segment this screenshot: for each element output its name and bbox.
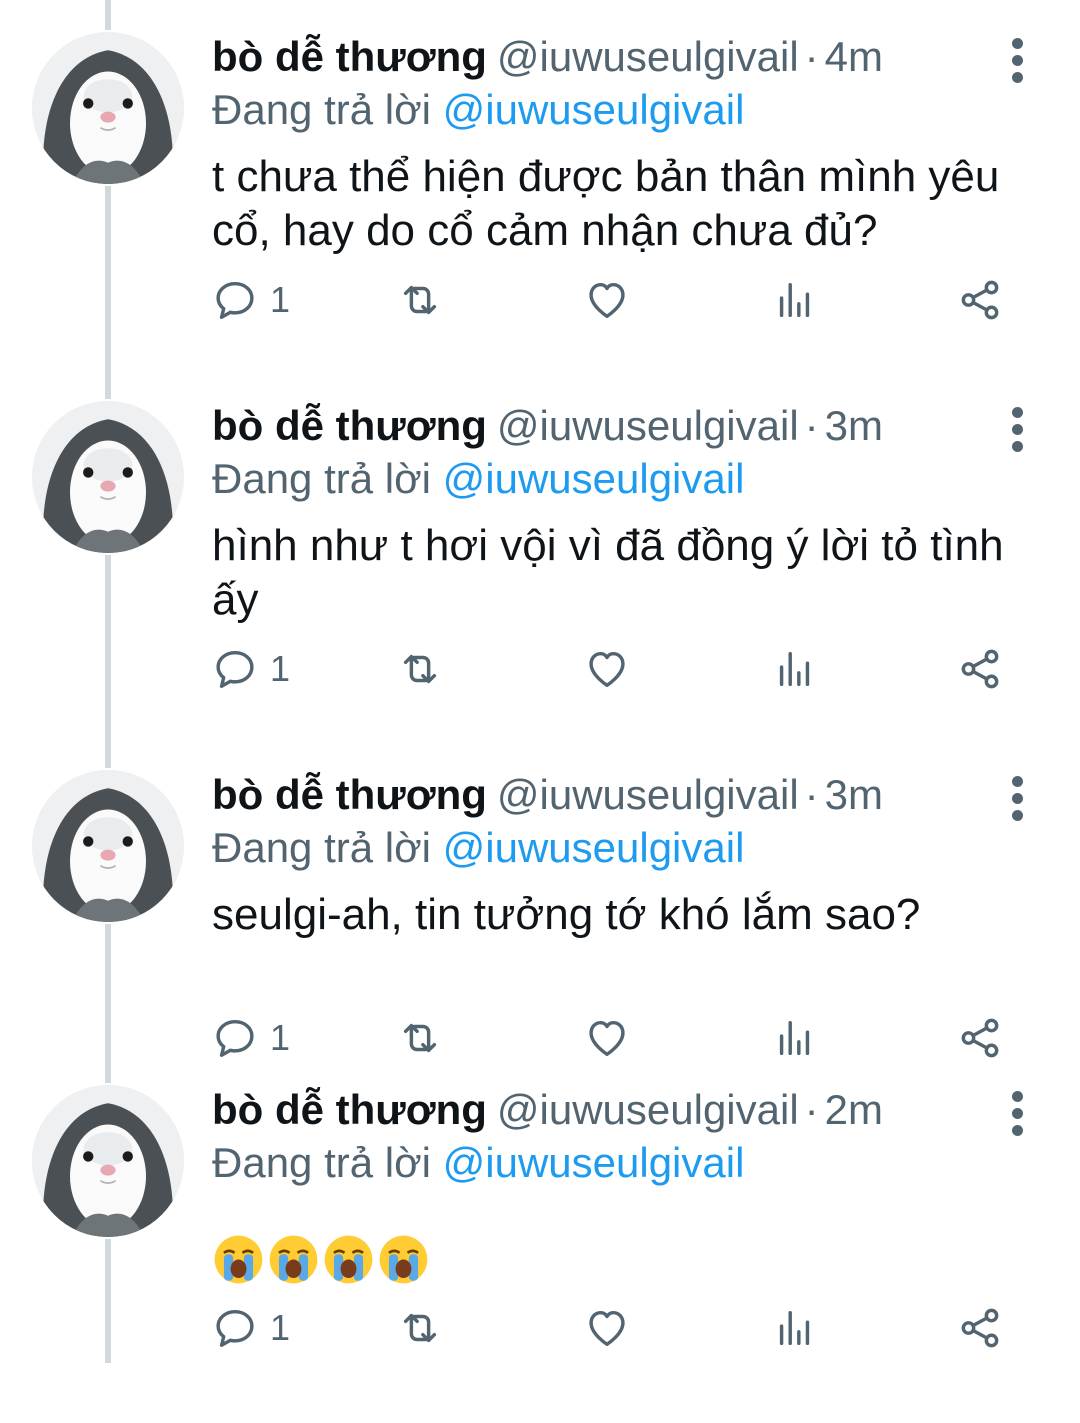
analytics-button[interactable] [772, 1298, 818, 1358]
like-button[interactable] [584, 639, 630, 699]
replying-to-label: Đang trả lời [212, 1139, 431, 1186]
tweet[interactable]: bò dễ thương @iuwuseulgivail · 4m Đang trả … [0, 0, 1080, 370]
retweet-icon [403, 1313, 437, 1343]
retweet-icon [403, 654, 437, 684]
share-button[interactable] [957, 639, 1003, 699]
tweet-actions: 1 [212, 1298, 1032, 1358]
user-handle[interactable]: @iuwuseulgivail [497, 771, 799, 818]
like-icon [589, 282, 625, 319]
reply-icon [216, 650, 254, 688]
more-options-button[interactable] [1000, 1091, 1036, 1137]
more-options-button[interactable] [1000, 776, 1036, 822]
reply-button[interactable]: 1 [212, 639, 290, 699]
loudly-crying-face-icon [214, 1235, 263, 1284]
analytics-button[interactable] [772, 270, 818, 330]
tweet-text: seulgi-ah, tin tưởng tớ khó lắm sao? [212, 890, 921, 939]
tweet-actions: 1 [212, 270, 1032, 330]
loudly-crying-face-icon [269, 1235, 318, 1284]
share-icon [961, 1308, 999, 1348]
reply-count: 1 [270, 279, 291, 320]
reply-mention-link[interactable]: @iuwuseulgivail [443, 455, 745, 502]
analytics-icon [779, 282, 810, 318]
separator-dot: · [804, 402, 819, 449]
tweet[interactable]: bò dễ thương @iuwuseulgivail · 3m Đang trả … [0, 369, 1080, 739]
retweet-button[interactable] [397, 639, 443, 699]
replying-to-line: Đang trả lời @iuwuseulgivail [212, 455, 744, 503]
reply-mention-link[interactable]: @iuwuseulgivail [443, 1139, 745, 1186]
replying-to-label: Đang trả lời [212, 86, 431, 133]
user-handle[interactable]: @iuwuseulgivail [497, 33, 799, 80]
like-icon [589, 651, 625, 688]
display-name[interactable]: bò dễ thương [212, 33, 487, 80]
separator-dot: · [804, 771, 819, 818]
share-icon [961, 280, 999, 320]
tweet-text [212, 1233, 430, 1293]
reply-button[interactable]: 1 [212, 270, 290, 330]
user-handle[interactable]: @iuwuseulgivail [497, 402, 799, 449]
more-options-button[interactable] [1000, 407, 1036, 453]
tweet-actions: 1 [212, 639, 1032, 699]
user-handle[interactable]: @iuwuseulgivail [497, 1086, 799, 1133]
replying-to-label: Đang trả lời [212, 455, 431, 502]
separator-dot: · [804, 1086, 819, 1133]
retweet-button[interactable] [397, 270, 443, 330]
replying-to-label: Đang trả lời [212, 824, 431, 871]
reply-mention-link[interactable]: @iuwuseulgivail [443, 824, 745, 871]
timestamp[interactable]: 3m [825, 402, 883, 449]
timestamp[interactable]: 4m [825, 33, 883, 80]
replying-to-line: Đang trả lời @iuwuseulgivail [212, 86, 744, 134]
reply-count: 1 [270, 1307, 291, 1348]
retweet-icon [403, 285, 437, 315]
separator-dot: · [804, 33, 819, 80]
avatar[interactable] [30, 1083, 186, 1239]
tweet-text: hình như t hơi vội vì đã đồng ý lời tỏ t… [212, 521, 1004, 624]
tweet[interactable]: bò dễ thương @iuwuseulgivail · 2m Đang trả … [0, 1053, 1080, 1423]
timestamp[interactable]: 2m [825, 1086, 883, 1133]
tweet-text: t chưa thể hiện được bản thân mình yêu c… [212, 152, 1000, 255]
reply-button[interactable]: 1 [212, 1298, 290, 1358]
reply-mention-link[interactable]: @iuwuseulgivail [443, 86, 745, 133]
reply-count: 1 [270, 648, 291, 689]
display-name[interactable]: bò dễ thương [212, 771, 487, 818]
share-button[interactable] [957, 270, 1003, 330]
reply-icon [216, 281, 254, 319]
timestamp[interactable]: 3m [825, 771, 883, 818]
share-icon [961, 649, 999, 689]
avatar[interactable] [30, 399, 186, 555]
avatar[interactable] [30, 30, 186, 186]
loudly-crying-face-icon [324, 1235, 373, 1284]
analytics-icon [779, 1310, 810, 1346]
analytics-icon [779, 651, 810, 687]
like-button[interactable] [584, 270, 630, 330]
retweet-button[interactable] [397, 1298, 443, 1358]
more-options-button[interactable] [1000, 38, 1036, 84]
analytics-button[interactable] [772, 639, 818, 699]
loudly-crying-face-icon [379, 1235, 428, 1284]
reply-icon [216, 1309, 254, 1347]
replying-to-line: Đang trả lời @iuwuseulgivail [212, 824, 744, 872]
like-icon [589, 1310, 625, 1347]
avatar[interactable] [30, 768, 186, 924]
like-button[interactable] [584, 1298, 630, 1358]
share-button[interactable] [957, 1298, 1003, 1358]
display-name[interactable]: bò dễ thương [212, 402, 487, 449]
replying-to-line: Đang trả lời @iuwuseulgivail [212, 1139, 744, 1187]
display-name[interactable]: bò dễ thương [212, 1086, 487, 1133]
